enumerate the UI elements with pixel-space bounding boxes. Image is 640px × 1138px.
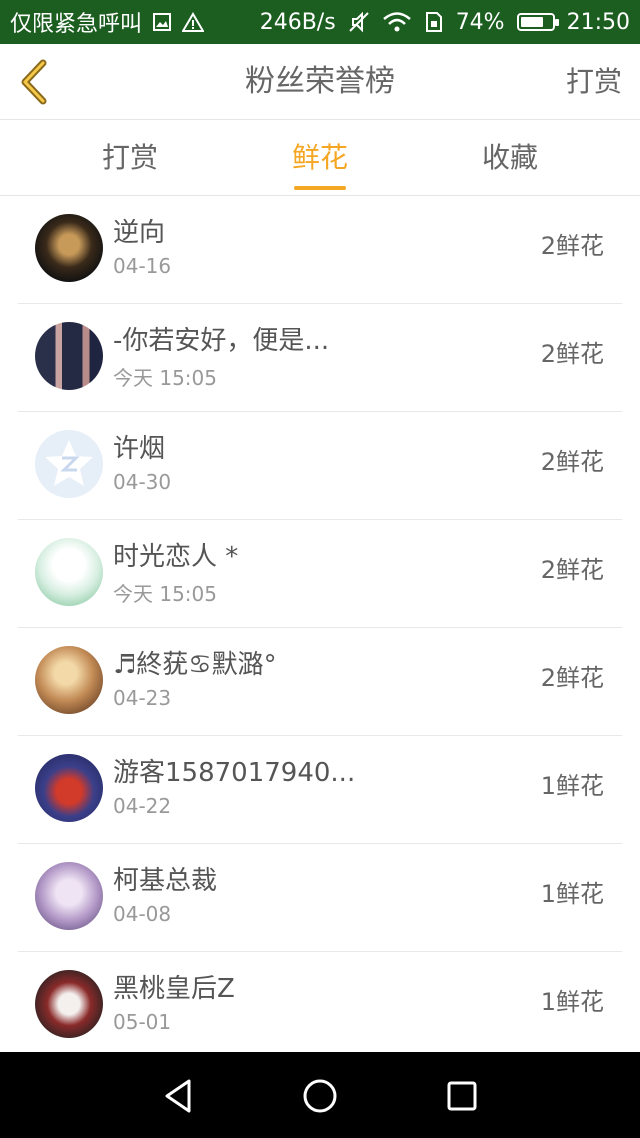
tab-bar: 打赏 鲜花 收藏 [0, 120, 640, 196]
status-bar: 仅限紧急呼叫 246B/s 74% 21:50 [0, 0, 640, 44]
list-item[interactable]: 黑桃皇后Z 05-01 1鲜花 [18, 952, 622, 1060]
tab-flowers[interactable]: 鲜花 [230, 120, 410, 196]
fan-date: 04-08 [113, 902, 172, 926]
square-recent-icon [447, 1081, 477, 1111]
list-item[interactable]: 柯基总裁 04-08 1鲜花 [18, 844, 622, 952]
avatar [35, 214, 103, 282]
tab-label: 收藏 [481, 141, 538, 174]
avatar [35, 970, 103, 1038]
network-speed: 246B/s [259, 9, 336, 35]
flower-count: 1鲜花 [540, 880, 604, 908]
carrier-text: 仅限紧急呼叫 [10, 12, 143, 37]
fan-name: 许烟 [113, 434, 166, 464]
header: 粉丝荣誉榜 打赏 [0, 44, 640, 120]
system-nav-bar [0, 1052, 640, 1138]
avatar [35, 646, 103, 714]
list-item[interactable]: 许烟 04-30 2鲜花 [18, 412, 622, 520]
flower-count: 2鲜花 [540, 448, 604, 476]
fan-date: 04-16 [113, 254, 172, 278]
flower-count: 2鲜花 [540, 340, 604, 368]
fan-name: 游客1587017940... [113, 758, 356, 788]
battery-percent: 74% [455, 9, 505, 35]
tab-favorites[interactable]: 收藏 [420, 120, 600, 196]
triangle-back-icon [165, 1079, 191, 1113]
image-icon [152, 12, 172, 32]
tab-label: 鲜花 [291, 141, 348, 174]
fan-name: 柯基总裁 [113, 866, 218, 896]
tab-reward[interactable]: 打赏 [40, 120, 220, 196]
flower-count: 2鲜花 [540, 232, 604, 260]
fan-date: 今天 15:05 [113, 582, 217, 606]
fan-date: 04-30 [113, 470, 172, 494]
avatar [35, 430, 103, 498]
page-title: 粉丝荣誉榜 [245, 64, 395, 99]
nav-recent-button[interactable] [444, 1078, 480, 1114]
flower-count: 2鲜花 [540, 556, 604, 584]
wifi-icon [382, 11, 412, 33]
list-item[interactable]: -你若安好，便是... 今天 15:05 2鲜花 [18, 304, 622, 412]
clock: 21:50 [566, 9, 630, 35]
fan-date: 04-22 [113, 794, 172, 818]
active-tab-indicator [294, 186, 346, 190]
fan-name: 时光恋人 * [113, 542, 239, 572]
flower-count: 1鲜花 [540, 772, 604, 800]
avatar [35, 322, 103, 390]
list-item[interactable]: 游客1587017940... 04-22 1鲜花 [18, 736, 622, 844]
default-avatar-icon [45, 440, 93, 486]
fan-name: 黑桃皇后Z [113, 974, 235, 1004]
mute-icon [348, 11, 370, 33]
circle-home-icon [303, 1079, 337, 1113]
avatar [35, 862, 103, 930]
fan-date: 05-01 [113, 1010, 172, 1034]
avatar [35, 538, 103, 606]
fan-name: -你若安好，便是... [113, 326, 330, 356]
warning-icon [182, 12, 205, 32]
list-item[interactable]: 逆向 04-16 2鲜花 [18, 196, 622, 304]
nav-home-button[interactable] [302, 1078, 338, 1114]
sim-icon [424, 11, 444, 33]
fan-list: 逆向 04-16 2鲜花 -你若安好，便是... 今天 15:05 2鲜花 许烟… [18, 196, 622, 1060]
reward-button[interactable]: 打赏 [566, 44, 622, 120]
nav-back-button[interactable] [160, 1078, 196, 1114]
flower-count: 2鲜花 [540, 664, 604, 692]
battery-fill [520, 17, 543, 27]
fan-name: 逆向 [113, 218, 166, 248]
list-item[interactable]: 时光恋人 * 今天 15:05 2鲜花 [18, 520, 622, 628]
battery-icon [516, 13, 559, 31]
avatar [35, 754, 103, 822]
fan-date: 今天 15:05 [113, 366, 217, 390]
flower-count: 1鲜花 [540, 988, 604, 1016]
fan-name: ♬終莸♋默潞° [113, 650, 277, 680]
list-item[interactable]: ♬終莸♋默潞° 04-23 2鲜花 [18, 628, 622, 736]
tab-label: 打赏 [101, 141, 158, 174]
fan-date: 04-23 [113, 686, 172, 710]
